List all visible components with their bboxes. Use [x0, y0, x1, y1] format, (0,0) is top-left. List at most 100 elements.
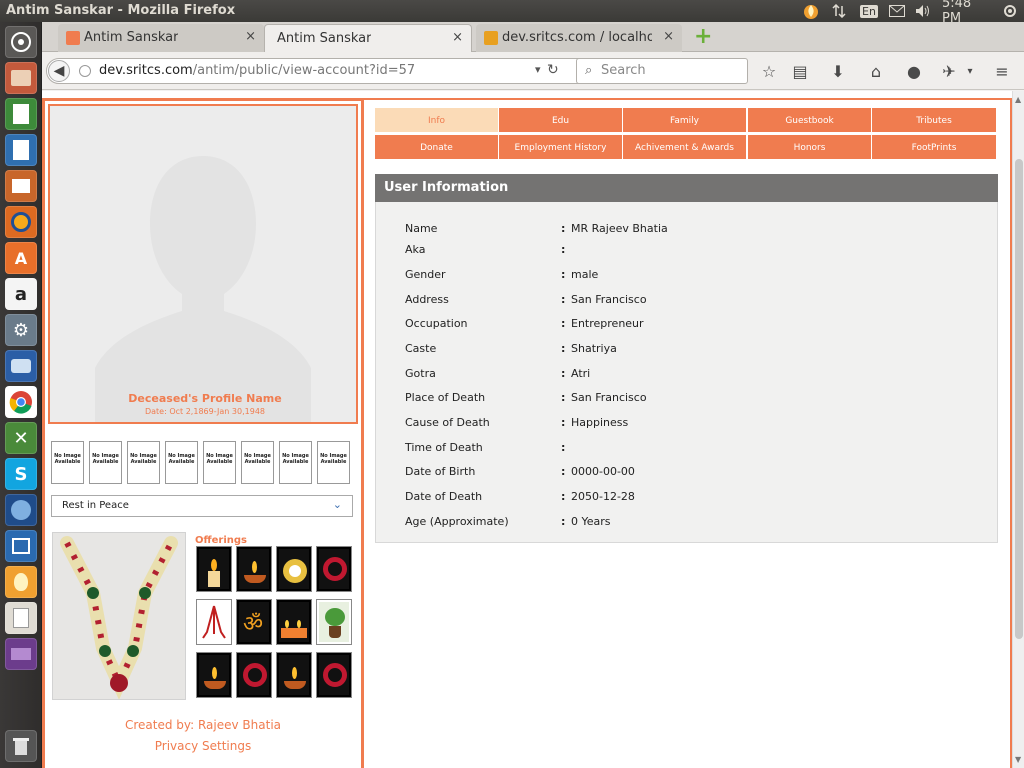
message-select[interactable]: Rest in Peace ⌄: [51, 495, 353, 517]
photo-thumbnail[interactable]: No Image Available: [51, 441, 84, 484]
tab-close-icon[interactable]: ×: [452, 30, 463, 45]
network-globe-icon[interactable]: [5, 494, 37, 526]
back-arrow-icon[interactable]: ◀: [48, 60, 70, 82]
section-title: User Information: [375, 174, 998, 202]
photo-thumbnail[interactable]: No Image Available: [203, 441, 236, 484]
field-label: Date of Birth: [405, 465, 476, 478]
offering-namaste[interactable]: [196, 599, 232, 645]
chevron-down-icon: ⌄: [332, 498, 342, 511]
field-label: Date of Death: [405, 490, 483, 503]
garland-image[interactable]: [52, 532, 186, 700]
reading-list-icon[interactable]: ▤: [788, 60, 812, 82]
person-silhouette-icon: [95, 156, 311, 422]
photo-thumbnail[interactable]: No Image Available: [89, 441, 122, 484]
impress-icon[interactable]: [5, 170, 37, 202]
tab-close-icon[interactable]: ×: [663, 29, 674, 44]
skype-icon[interactable]: S: [5, 458, 37, 490]
url-dropdown-icon[interactable]: ▾: [535, 63, 541, 76]
media-app-icon[interactable]: [5, 638, 37, 670]
offering-diya[interactable]: [236, 546, 272, 592]
offering-plant[interactable]: [316, 599, 352, 645]
plant-icon: [319, 602, 349, 642]
tab-employment-history[interactable]: Employment History: [498, 134, 623, 160]
reload-icon[interactable]: ↻: [547, 62, 559, 78]
privacy-settings-link[interactable]: Privacy Settings: [45, 739, 361, 753]
search-input[interactable]: ⌕ Search: [576, 58, 748, 84]
profile-content: Info Edu Family Guestbook Tributes Donat…: [364, 98, 1012, 768]
tab-guestbook[interactable]: Guestbook: [747, 107, 872, 133]
file-manager-icon[interactable]: [5, 62, 37, 94]
tab-footprints[interactable]: FootPrints: [871, 134, 997, 160]
offering-diya-3[interactable]: [276, 652, 312, 698]
dash-home-icon[interactable]: [5, 26, 37, 58]
tab-tributes[interactable]: Tributes: [871, 107, 997, 133]
thunderbird-icon[interactable]: [5, 350, 37, 382]
tab-edu[interactable]: Edu: [498, 107, 623, 133]
tab-antim-sanskar-1[interactable]: Antim Sanskar ×: [58, 24, 264, 52]
field-separator: :: [561, 416, 566, 429]
tab-donate[interactable]: Donate: [374, 134, 499, 160]
field-label: Caste: [405, 342, 437, 355]
system-tools-icon[interactable]: ✕: [5, 422, 37, 454]
text-editor-icon[interactable]: [5, 602, 37, 634]
keyboard-layout-indicator[interactable]: En: [858, 0, 880, 22]
created-by-link[interactable]: Created by: Rajeev Bhatia: [45, 718, 361, 732]
url-bar[interactable]: ◀ dev.sritcs.com/antim/public/view-accou…: [46, 58, 610, 84]
volume-icon[interactable]: [912, 0, 934, 22]
scroll-up-icon[interactable]: ▲: [1015, 95, 1021, 104]
diya-icon: [239, 549, 269, 589]
spreadsheet-icon[interactable]: [5, 98, 37, 130]
menu-icon[interactable]: ≡: [990, 60, 1014, 82]
photo-thumbnail[interactable]: No Image Available: [165, 441, 198, 484]
writer-icon[interactable]: [5, 134, 37, 166]
field-value: San Francisco: [571, 391, 647, 404]
info-row-aka: Aka:: [405, 243, 985, 263]
page-scrollbar[interactable]: ▲ ▼: [1012, 91, 1024, 768]
tab-family[interactable]: Family: [622, 107, 747, 133]
info-row-place-of-death: Place of Death: San Francisco: [405, 391, 985, 411]
flame-app-icon[interactable]: [800, 0, 822, 22]
tab-close-icon[interactable]: ×: [245, 29, 256, 44]
extension-dropdown-icon[interactable]: ▾: [958, 60, 982, 82]
settings-icon[interactable]: ⚙: [5, 314, 37, 346]
bookmark-star-icon[interactable]: ☆: [757, 60, 781, 82]
tab-label: dev.sritcs.com / localho…: [502, 30, 652, 45]
photo-thumbnail[interactable]: No Image Available: [127, 441, 160, 484]
firefox-icon[interactable]: [5, 206, 37, 238]
offering-wreath-3[interactable]: [316, 652, 352, 698]
offering-wreath[interactable]: [316, 546, 352, 592]
offering-wreath-2[interactable]: [236, 652, 272, 698]
photo-thumbnail[interactable]: No Image Available: [241, 441, 274, 484]
network-transfer-icon[interactable]: [828, 0, 850, 22]
workspace-switcher-icon[interactable]: [5, 530, 37, 562]
tab-achievement-awards[interactable]: Achivement & Awards: [622, 134, 747, 160]
mail-icon[interactable]: [886, 0, 908, 22]
home-icon[interactable]: ⌂: [864, 60, 888, 82]
photo-thumbnail[interactable]: No Image Available: [317, 441, 350, 484]
offering-candles[interactable]: [276, 599, 312, 645]
power-gear-icon[interactable]: [1000, 0, 1020, 22]
chrome-icon[interactable]: [5, 386, 37, 418]
trash-icon[interactable]: [5, 730, 37, 762]
chat-icon[interactable]: ●: [902, 60, 926, 82]
offering-thali[interactable]: [276, 546, 312, 592]
offering-candle[interactable]: [196, 546, 232, 592]
offerings-title: Offerings: [195, 535, 247, 546]
new-tab-button[interactable]: +: [694, 24, 712, 49]
tab-antim-sanskar-2[interactable]: Antim Sanskar ×: [264, 24, 472, 52]
downloads-icon[interactable]: ⬇: [826, 60, 850, 82]
clock[interactable]: 5:48 PM: [942, 0, 992, 26]
tab-honors[interactable]: Honors: [747, 134, 872, 160]
offering-diya-2[interactable]: [196, 652, 232, 698]
flame-launcher-icon[interactable]: [5, 566, 37, 598]
tab-phpmyadmin[interactable]: dev.sritcs.com / localho… ×: [476, 24, 682, 52]
field-separator: :: [561, 243, 566, 256]
tab-info[interactable]: Info: [374, 107, 499, 133]
scroll-down-icon[interactable]: ▼: [1015, 755, 1021, 764]
profile-photo[interactable]: Deceased's Profile Name Date: Oct 2,1869…: [48, 104, 358, 424]
offering-om[interactable]: ॐ: [236, 599, 272, 645]
amazon-icon[interactable]: a: [5, 278, 37, 310]
scrollbar-thumb[interactable]: [1015, 159, 1023, 639]
photo-thumbnail[interactable]: No Image Available: [279, 441, 312, 484]
software-center-icon[interactable]: A: [5, 242, 37, 274]
